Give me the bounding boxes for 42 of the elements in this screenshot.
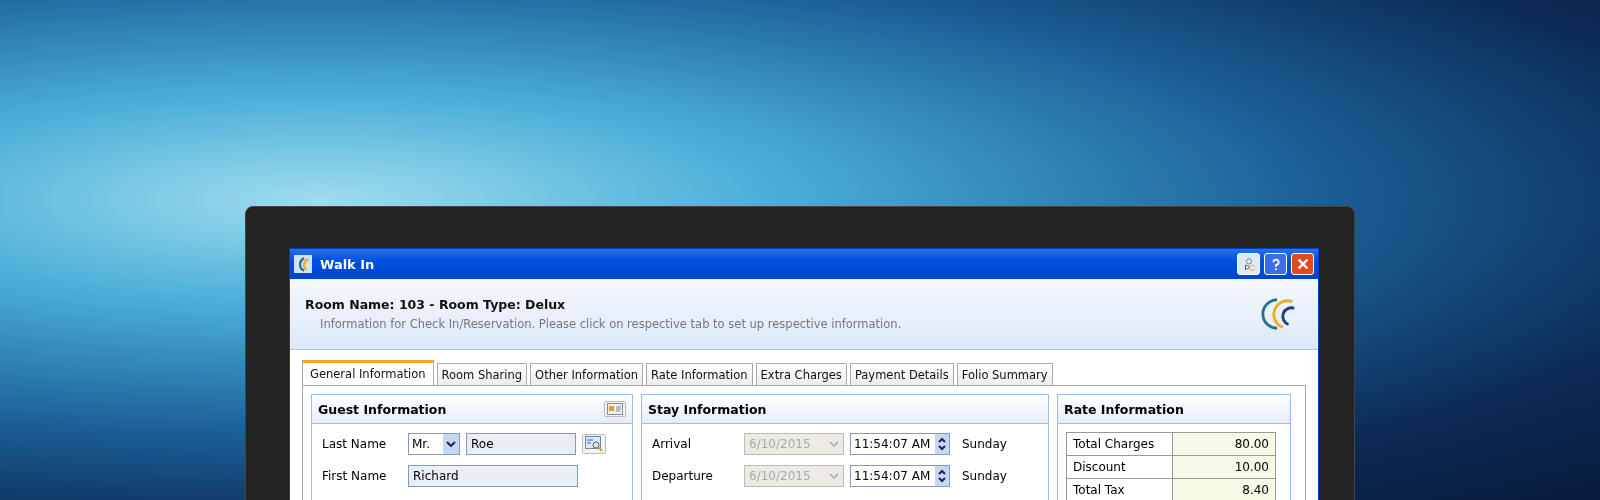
table-cell: Discount [1066, 455, 1173, 479]
id-card-icon [607, 403, 623, 415]
time-spinner[interactable]: 11:54:07 AM [850, 465, 950, 487]
tab[interactable]: Rate Information [646, 363, 753, 385]
field-label: Departure [651, 469, 714, 483]
panel-title: Stay Information [648, 401, 767, 417]
chevron-icon [446, 441, 456, 447]
help-button[interactable] [1264, 253, 1287, 275]
spin-arrows-icon [937, 436, 947, 452]
tab[interactable]: Extra Charges [755, 363, 847, 385]
search-icon [585, 436, 603, 452]
chevron-icon [829, 441, 839, 447]
panel-title: Rate Information [1064, 401, 1184, 417]
close-icon [1295, 257, 1310, 271]
window-title: Walk In [320, 256, 375, 272]
weekday-text: Sunday [962, 469, 1007, 483]
field-label: Last Name [321, 437, 388, 451]
spellcheck-button[interactable] [1237, 253, 1260, 275]
field-label: Arrival [651, 437, 692, 451]
search-button[interactable] [582, 434, 606, 454]
table-cell: 80.00 [1172, 432, 1276, 456]
tab[interactable]: Folio Summary [956, 363, 1053, 385]
id-card-button[interactable] [604, 401, 626, 417]
spin-arrows-icon [937, 468, 947, 484]
table-cell: Total Charges [1066, 432, 1173, 456]
tab[interactable]: Payment Details [849, 363, 954, 385]
tab[interactable]: Other Information [530, 363, 643, 385]
logo-icon [294, 255, 312, 273]
salutation-dropdown[interactable]: Mr. [408, 433, 460, 455]
table-cell: Total Tax [1066, 478, 1173, 500]
input-field[interactable]: Roe [466, 433, 576, 455]
input-field[interactable]: Richard [408, 465, 578, 487]
panel-title: Guest Information [318, 401, 447, 417]
chevron-icon [829, 473, 839, 479]
instruction-text: Information for Check In/Reservation. Please click on respective tab to set up respective information. [319, 317, 902, 331]
weekday-text: Sunday [962, 437, 1007, 451]
close-button[interactable] [1291, 253, 1314, 275]
tab[interactable]: General Information [302, 360, 434, 385]
field-label: First Name [321, 469, 388, 483]
tab[interactable]: Room Sharing [436, 363, 528, 385]
time-spinner[interactable]: 11:54:07 AM [850, 433, 950, 455]
room-heading: Room Name: 103 - Room Type: Delux [305, 297, 567, 312]
